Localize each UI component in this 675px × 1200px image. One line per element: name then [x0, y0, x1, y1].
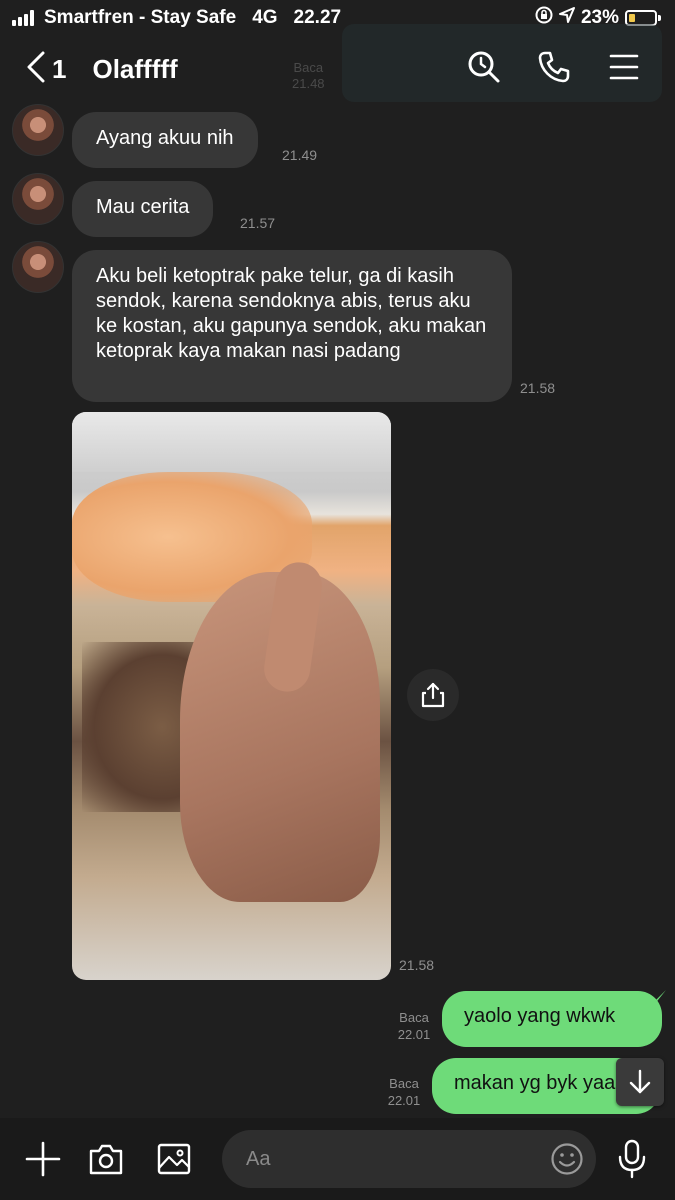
phone-icon — [538, 51, 570, 83]
image-icon — [157, 1143, 191, 1175]
share-icon — [421, 682, 445, 708]
voice-button[interactable] — [612, 1138, 652, 1180]
camera-icon — [89, 1144, 123, 1175]
camera-button[interactable] — [86, 1140, 126, 1178]
message-text: yaolo yang wkwk — [464, 1005, 616, 1027]
share-button[interactable] — [407, 669, 459, 721]
plus-icon — [25, 1141, 61, 1177]
unread-count: 1 — [52, 53, 67, 84]
search-button[interactable] — [467, 50, 501, 84]
call-button[interactable] — [537, 50, 571, 84]
read-receipt: Baca 22.01 — [397, 1010, 431, 1042]
message-text: Ayang akuu nih — [96, 127, 234, 149]
emoji-button[interactable] — [550, 1142, 584, 1176]
photo-content — [72, 412, 391, 472]
message-input[interactable]: Aa — [222, 1130, 596, 1188]
message-text: makan yg byk yaa — [454, 1072, 616, 1094]
back-chevron-icon — [26, 51, 46, 88]
message-bubble-incoming[interactable]: Ayang akuu nih — [72, 112, 258, 168]
network-type: 4G — [252, 7, 278, 28]
avatar[interactable] — [12, 173, 64, 225]
message-time: 21.58 — [399, 957, 435, 973]
read-receipt: Baca 22.01 — [387, 1076, 421, 1108]
carrier-name: Smartfren - Stay Safe — [44, 7, 237, 28]
message-input-bar: Aa — [0, 1118, 675, 1200]
clock: 22.27 — [293, 7, 342, 28]
message-time: 21.57 — [240, 215, 276, 231]
menu-icon — [609, 54, 639, 80]
avatar[interactable] — [12, 104, 64, 156]
chat-title[interactable]: Olafffff — [92, 54, 177, 85]
emoji-icon — [551, 1143, 583, 1175]
message-text: Mau cerita — [96, 196, 190, 218]
message-text: Aku beli ketoptrak pake telur, ga di kas… — [96, 265, 487, 362]
avatar[interactable] — [12, 241, 64, 293]
chat-header: 1 Olafffff — [0, 38, 675, 100]
scroll-to-bottom-button[interactable] — [616, 1058, 664, 1106]
header-actions — [467, 50, 641, 84]
message-time: 21.58 — [520, 380, 556, 396]
photo-message[interactable] — [72, 412, 391, 980]
search-icon — [468, 51, 500, 83]
back-button[interactable]: 1 — [26, 51, 66, 88]
gallery-button[interactable] — [154, 1140, 194, 1178]
message-bubble-incoming[interactable]: Mau cerita — [72, 181, 214, 237]
microphone-icon — [618, 1139, 646, 1179]
add-button[interactable] — [24, 1140, 62, 1178]
menu-button[interactable] — [607, 50, 641, 84]
signal-icon — [12, 10, 34, 26]
message-time: 21.49 — [282, 147, 318, 163]
status-left: Smartfren - Stay Safe 4G 22.27 — [12, 7, 341, 29]
message-input-placeholder: Aa — [246, 1147, 271, 1170]
message-bubble-incoming[interactable]: Aku beli ketoptrak pake telur, ga di kas… — [72, 250, 512, 402]
arrow-down-icon — [629, 1069, 651, 1094]
message-bubble-outgoing[interactable]: yaolo yang wkwk — [442, 991, 662, 1047]
